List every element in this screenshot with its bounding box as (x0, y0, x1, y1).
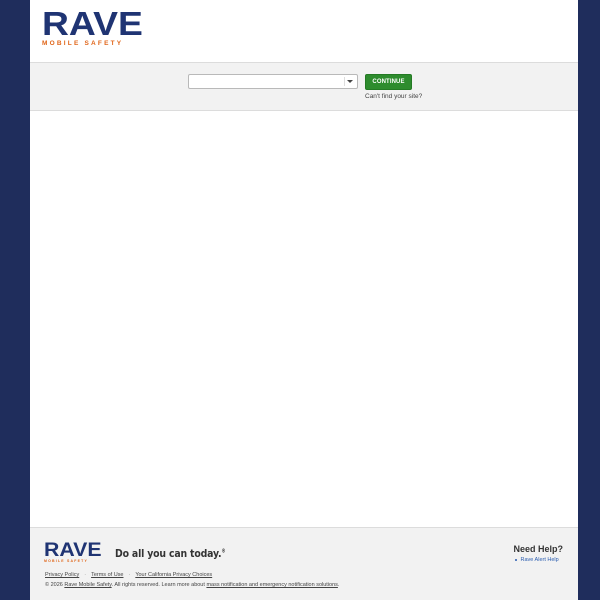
cant-find-site-link[interactable]: Can't find your site? (365, 93, 422, 100)
rave-logo[interactable]: RAVE MOBILE SAFETY (42, 7, 143, 47)
tagline-text: Do all you can today. (115, 547, 222, 560)
site-select-dropdown[interactable] (188, 74, 358, 89)
need-help-section: Need Help? Rave Alert Help (513, 544, 563, 563)
footer: RAVE MOBILE SAFETY Do all you can today.… (30, 527, 578, 600)
select-divider (344, 77, 345, 86)
rave-alert-help-link[interactable]: Rave Alert Help (515, 557, 563, 563)
california-privacy-link[interactable]: Your California Privacy Choices (135, 572, 212, 578)
tagline: Do all you can today.® (115, 547, 226, 560)
main-content (30, 111, 578, 525)
help-list: Rave Alert Help (515, 557, 563, 563)
privacy-policy-link[interactable]: Privacy Policy (45, 572, 79, 578)
rave-company-link[interactable]: Rave Mobile Safety (64, 582, 111, 588)
terms-of-use-link[interactable]: Terms of Use (91, 572, 123, 578)
need-help-title: Need Help? (513, 544, 563, 554)
continue-button[interactable]: CONTINUE (365, 74, 412, 90)
trademark-mark: ® (221, 548, 226, 555)
mass-notification-link[interactable]: mass notification and emergency notifica… (206, 582, 337, 588)
link-separator: · (128, 572, 131, 578)
footer-logo-wordmark: RAVE (44, 540, 102, 561)
header: RAVE MOBILE SAFETY (30, 0, 578, 63)
footer-logo[interactable]: RAVE MOBILE SAFETY (44, 541, 102, 563)
logo-wordmark: RAVE (42, 5, 143, 42)
copyright-prefix: © 2026 (45, 582, 63, 588)
footer-links: Privacy Policy · Terms of Use · Your Califor… (45, 572, 212, 578)
site-selector-band: CONTINUE Can't find your site? (30, 63, 578, 111)
copyright-middle: . All rights reserved. Learn more about (111, 582, 205, 588)
link-separator: · (84, 572, 87, 578)
copyright-suffix: . (337, 582, 340, 588)
chevron-down-icon (347, 80, 353, 83)
copyright: © 2026 Rave Mobile Safety. All rights re… (45, 582, 339, 588)
page-container: RAVE MOBILE SAFETY CONTINUE Can't find y… (30, 0, 578, 600)
